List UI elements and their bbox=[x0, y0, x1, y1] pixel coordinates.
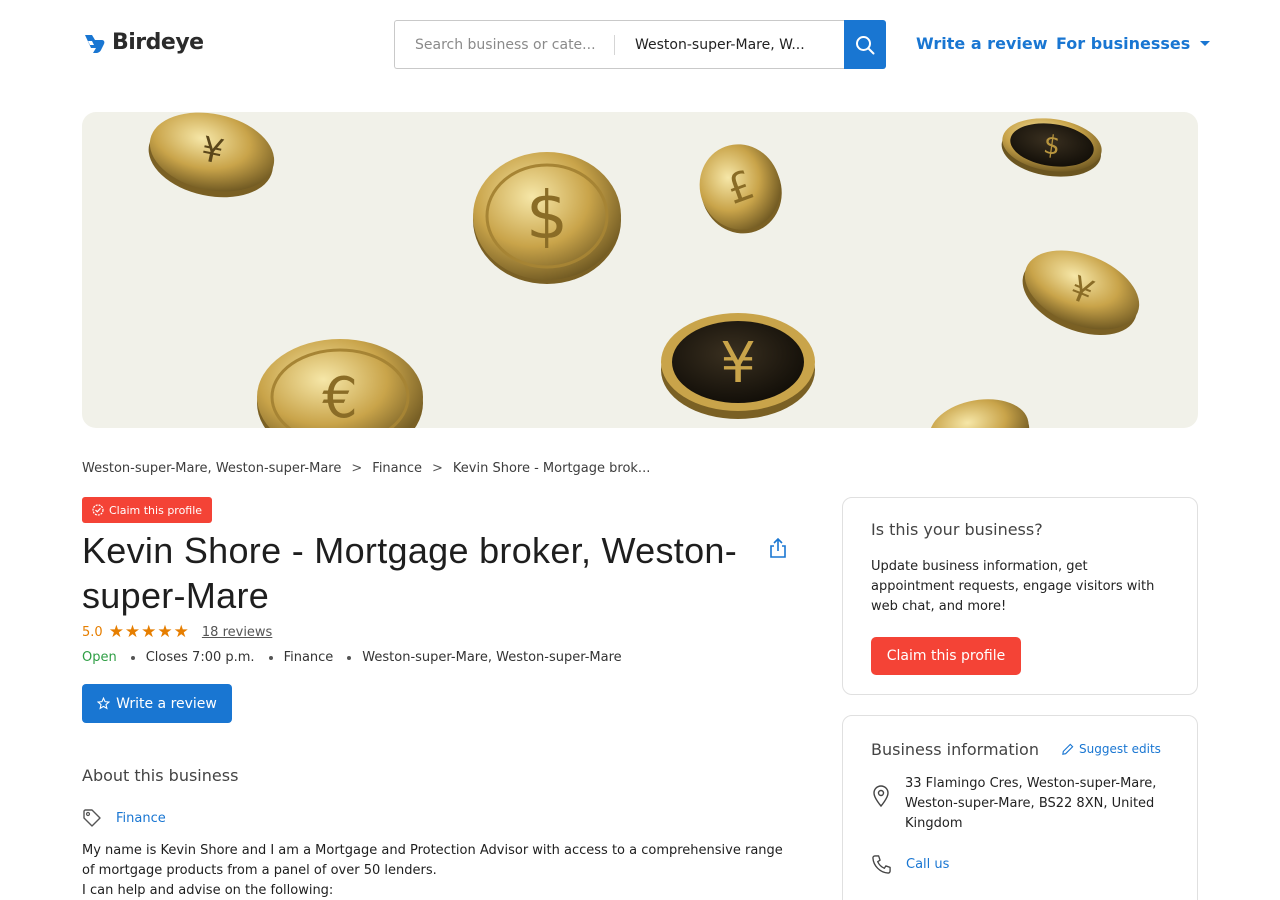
chevron-down-icon bbox=[1200, 41, 1211, 46]
verified-badge-icon bbox=[92, 504, 104, 516]
breadcrumb-current: Kevin Shore - Mortgage brok... bbox=[452, 461, 651, 476]
claim-business-card: Is this your business? Update business i… bbox=[842, 497, 1198, 695]
suggest-edits-label: Suggest edits bbox=[1079, 742, 1161, 756]
open-status: Open bbox=[82, 650, 117, 665]
about-description: My name is Kevin Shore and I am a Mortga… bbox=[82, 841, 792, 900]
call-row: Call us bbox=[871, 854, 949, 875]
svg-text:$: $ bbox=[526, 177, 568, 254]
breadcrumb-location[interactable]: Weston-super-Mare, Weston-super-Mare bbox=[82, 461, 341, 476]
search-icon bbox=[856, 35, 875, 54]
star-rating-icon: ★★★★★ bbox=[108, 622, 190, 642]
nav-for-businesses-menu[interactable]: For businesses bbox=[1056, 34, 1211, 53]
call-us-link[interactable]: Call us bbox=[906, 855, 949, 875]
claim-badge-label: Claim this profile bbox=[109, 503, 203, 517]
location-pin-icon bbox=[871, 784, 891, 834]
separator-dot bbox=[347, 655, 352, 660]
write-review-button[interactable]: Write a review bbox=[82, 684, 232, 723]
claim-profile-badge[interactable]: Claim this profile bbox=[82, 497, 213, 523]
rating-value: 5.0 bbox=[82, 624, 103, 640]
svg-text:€: € bbox=[322, 366, 358, 428]
logo-text: Birdeye bbox=[112, 30, 204, 55]
business-info-heading: Business information bbox=[871, 740, 1039, 759]
address-row: 33 Flamingo Cres, Weston-super-Mare, Wes… bbox=[871, 774, 1171, 834]
suggest-edits-link[interactable]: Suggest edits bbox=[1061, 742, 1161, 756]
separator-dot bbox=[130, 655, 135, 660]
breadcrumb: Weston-super-Mare, Weston-super-Mare > F… bbox=[82, 461, 650, 476]
separator-dot bbox=[268, 655, 273, 660]
location-input[interactable]: Weston-super-Mare, W... bbox=[615, 37, 805, 53]
for-businesses-label: For businesses bbox=[1056, 34, 1191, 53]
breadcrumb-separator: > bbox=[351, 461, 363, 476]
closing-hours: Closes 7:00 p.m. bbox=[145, 650, 255, 665]
business-info-card: Business information Suggest edits 33 Fl… bbox=[842, 715, 1198, 900]
business-title: Kevin Shore - Mortgage broker, Weston-su… bbox=[82, 530, 738, 616]
svg-text:¥: ¥ bbox=[720, 331, 756, 396]
search-input[interactable]: Search business or cate... bbox=[395, 34, 615, 55]
pencil-icon bbox=[1062, 743, 1074, 755]
claim-profile-button[interactable]: Claim this profile bbox=[871, 637, 1021, 675]
location-label: Weston-super-Mare, Weston-super-Mare bbox=[362, 650, 622, 665]
birdeye-logo-icon bbox=[85, 34, 105, 53]
share-button[interactable] bbox=[768, 537, 788, 559]
breadcrumb-category[interactable]: Finance bbox=[372, 461, 422, 476]
reviews-link[interactable]: 18 reviews bbox=[202, 625, 272, 640]
claim-card-text: Update business information, get appoint… bbox=[871, 559, 1155, 614]
birdeye-logo[interactable]: Birdeye bbox=[82, 30, 204, 55]
share-icon bbox=[770, 537, 786, 558]
breadcrumb-separator: > bbox=[432, 461, 443, 476]
search-button[interactable] bbox=[844, 20, 886, 69]
cover-banner: ¥ $ £ $ ¥ ¥ € bbox=[82, 112, 1198, 428]
search-bar: Search business or cate... Weston-super-… bbox=[394, 20, 844, 69]
claim-card-heading: Is this your business? bbox=[871, 520, 1043, 539]
phone-icon bbox=[871, 854, 892, 875]
rating-row: 5.0 ★★★★★ 18 reviews bbox=[82, 622, 272, 642]
category-link[interactable]: Finance bbox=[116, 811, 166, 826]
status-row: Open Closes 7:00 p.m. Finance Weston-sup… bbox=[82, 650, 622, 665]
description-paragraph: My name is Kevin Shore and I am a Mortga… bbox=[82, 843, 783, 878]
coins-illustration: ¥ $ £ $ ¥ ¥ € bbox=[148, 112, 1140, 428]
nav-write-review-link[interactable]: Write a review bbox=[916, 34, 1047, 53]
write-review-label: Write a review bbox=[116, 695, 217, 712]
category-label: Finance bbox=[283, 650, 334, 665]
site-header: Birdeye Search business or cate... Westo… bbox=[0, 0, 1280, 90]
about-category: Finance bbox=[82, 808, 166, 828]
tag-icon bbox=[83, 809, 101, 827]
about-heading: About this business bbox=[82, 766, 239, 785]
business-address: 33 Flamingo Cres, Weston-super-Mare, Wes… bbox=[905, 776, 1157, 831]
star-outline-icon bbox=[97, 697, 111, 710]
description-paragraph: I can help and advise on the following: bbox=[82, 883, 334, 898]
